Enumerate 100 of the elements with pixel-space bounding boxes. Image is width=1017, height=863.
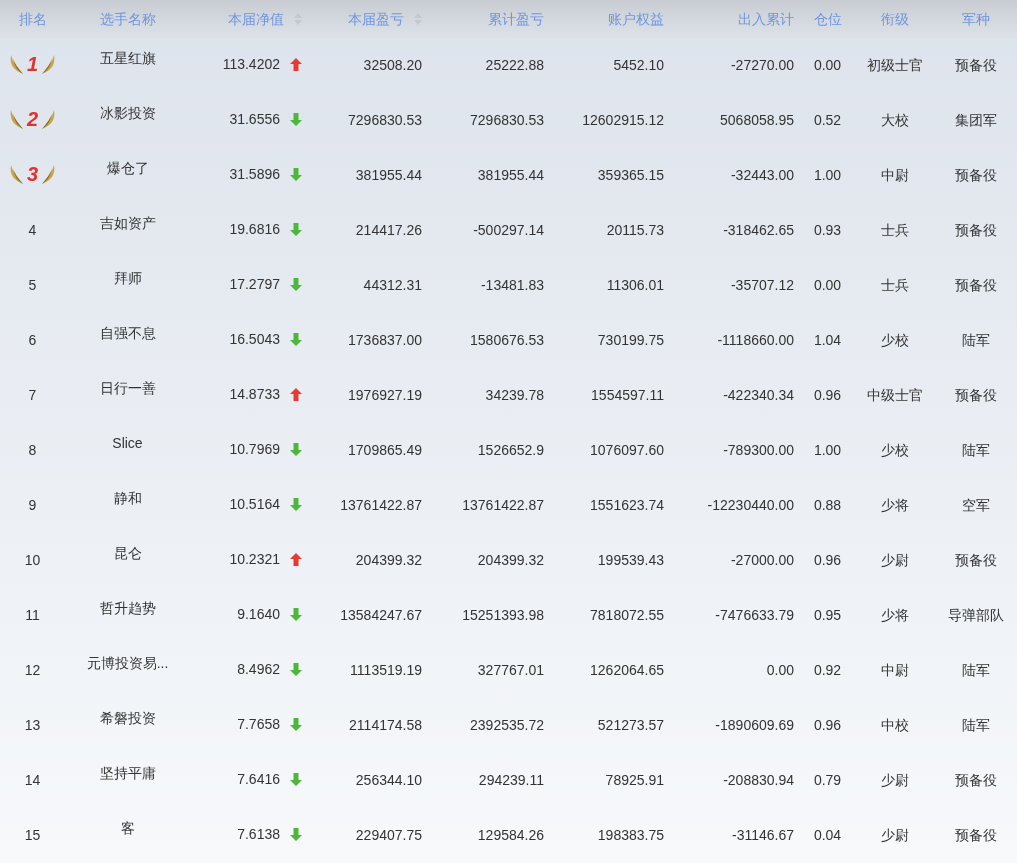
rank-number: 1 bbox=[26, 54, 39, 74]
rank-number: 2 bbox=[26, 109, 39, 129]
table-cell-text: 少尉 bbox=[881, 826, 909, 845]
table-cell-text: 20115.73 bbox=[606, 221, 664, 240]
table-cell-text: 1262064.65 bbox=[590, 661, 664, 680]
table-cell-text: 预备役 bbox=[955, 221, 997, 240]
table-cell-text: 381955.44 bbox=[477, 166, 544, 185]
net-value: 16.5043 bbox=[229, 330, 280, 349]
table-cell-text: 预备役 bbox=[955, 276, 997, 295]
column-header: 选手名称 bbox=[99, 9, 156, 29]
table-cell-text: 0.96 bbox=[813, 386, 842, 405]
table-cell-text: -32443.00 bbox=[730, 166, 794, 185]
net-value: 17.2797 bbox=[229, 275, 280, 294]
net-value: 8.4962 bbox=[237, 660, 280, 679]
rank-number: 4 bbox=[28, 221, 37, 240]
table-cell-text: 1.00 bbox=[813, 166, 842, 185]
wing-icon bbox=[9, 53, 24, 75]
player-name: 静和 bbox=[113, 489, 142, 508]
wing-icon bbox=[9, 163, 24, 185]
table-cell-text: 1580676.53 bbox=[470, 331, 544, 350]
table-cell-text: -1118660.00 bbox=[717, 331, 794, 350]
table-cell-text: 士兵 bbox=[881, 276, 909, 295]
player-name: 日行一善 bbox=[99, 379, 156, 398]
player-name: 客 bbox=[120, 819, 135, 838]
rank-number: 6 bbox=[28, 331, 37, 350]
table-cell-text: 预备役 bbox=[955, 826, 997, 845]
player-name: 冰影投资 bbox=[99, 104, 156, 123]
table-cell-text: -789300.00 bbox=[723, 441, 794, 460]
table-cell-text: 初级士官 bbox=[867, 56, 923, 75]
table-cell-text: 0.92 bbox=[813, 661, 842, 680]
table-cell-text: -27000.00 bbox=[730, 551, 794, 570]
table-cell-text: 2114174.58 bbox=[349, 716, 422, 735]
table-cell-text: -35707.12 bbox=[730, 276, 794, 295]
table-cell-text: 1526652.9 bbox=[477, 441, 544, 460]
table-cell-text: 0.95 bbox=[813, 606, 842, 625]
table-cell-text: 13584247.67 bbox=[340, 606, 422, 625]
table-cell-text: 1554597.11 bbox=[591, 386, 664, 405]
table-cell-text: 少校 bbox=[881, 441, 909, 460]
table-cell-text: 5068058.95 bbox=[720, 111, 794, 130]
rank-number: 7 bbox=[28, 386, 37, 405]
rank-number: 8 bbox=[28, 441, 37, 460]
column-header: 衔级 bbox=[881, 9, 909, 29]
player-name: 元博投资易... bbox=[86, 654, 169, 673]
table-cell-text: 1.04 bbox=[813, 331, 842, 350]
player-name: 希磐投资 bbox=[99, 709, 156, 728]
table-cell-text: 214417.26 bbox=[355, 221, 422, 240]
player-name: 自强不息 bbox=[99, 324, 156, 343]
table-cell-text: 32508.20 bbox=[363, 56, 422, 75]
rank-number: 14 bbox=[24, 771, 41, 790]
rank-number: 12 bbox=[24, 661, 41, 680]
net-value: 10.7969 bbox=[229, 440, 280, 459]
rank-number: 10 bbox=[24, 551, 41, 570]
table-cell-text: 12602915.12 bbox=[582, 111, 664, 130]
table-cell-text: 陆军 bbox=[962, 661, 990, 680]
net-value: 19.6816 bbox=[229, 220, 280, 239]
net-value: 7.6416 bbox=[237, 770, 280, 789]
rank-number: 9 bbox=[28, 496, 37, 515]
table-cell-text: 294239.11 bbox=[478, 771, 544, 790]
table-cell-text: 13761422.87 bbox=[462, 496, 544, 515]
table-cell-text: 13761422.87 bbox=[340, 496, 422, 515]
table-cell-text: 导弹部队 bbox=[948, 606, 1004, 625]
table-cell-text: 204399.32 bbox=[477, 551, 544, 570]
table-cell-text: -27270.00 bbox=[730, 56, 794, 75]
table-cell-text: 0.00 bbox=[766, 661, 794, 680]
table-cell-text: 0.00 bbox=[813, 56, 842, 75]
table-cell-text: 0.96 bbox=[813, 551, 842, 570]
table-cell-text: 少尉 bbox=[881, 771, 909, 790]
table-cell-text: 士兵 bbox=[881, 221, 909, 240]
table-cell-text: 34239.78 bbox=[485, 386, 544, 405]
table-cell-text: 0.04 bbox=[813, 826, 842, 845]
table-cell-text: -208830.94 bbox=[723, 771, 794, 790]
table-cell-text: -422340.34 bbox=[723, 386, 794, 405]
table-cell-text: 中尉 bbox=[881, 166, 909, 185]
net-value: 7.6138 bbox=[237, 825, 280, 844]
table-cell-text: 44312.31 bbox=[363, 276, 422, 295]
table-cell-text: 少将 bbox=[881, 606, 909, 625]
column-header[interactable]: 本届盈亏 bbox=[348, 8, 404, 30]
table-cell-text: 204399.32 bbox=[355, 551, 422, 570]
rank-number: 3 bbox=[26, 164, 39, 184]
table-cell-text: 521273.57 bbox=[597, 716, 664, 735]
table-cell-text: 1736837.00 bbox=[348, 331, 422, 350]
player-name: 五星红旗 bbox=[99, 49, 156, 68]
rank-number: 11 bbox=[25, 606, 40, 625]
column-header: 账户权益 bbox=[608, 9, 664, 29]
table-cell-text: -12230440.00 bbox=[707, 496, 794, 515]
table-cell-text: 1709865.49 bbox=[348, 441, 422, 460]
table-cell-text: 中级士官 bbox=[867, 386, 923, 405]
table-cell-text: 2392535.72 bbox=[470, 716, 544, 735]
table-cell-text: 1976927.19 bbox=[348, 386, 422, 405]
player-name: 哲升趋势 bbox=[99, 599, 156, 618]
net-value: 31.5896 bbox=[229, 165, 280, 184]
net-value: 7.7658 bbox=[237, 715, 280, 734]
table-cell-text: 15251393.98 bbox=[462, 606, 544, 625]
table-cell-text: 中尉 bbox=[881, 661, 909, 680]
table-cell-text: 256344.10 bbox=[355, 771, 422, 790]
column-header[interactable]: 本届净值 bbox=[228, 8, 284, 30]
table-cell-text: 359365.15 bbox=[597, 166, 664, 185]
net-value: 14.8733 bbox=[229, 385, 280, 404]
table-cell-text: 0.93 bbox=[813, 221, 842, 240]
table-cell-text: 7296830.53 bbox=[470, 111, 544, 130]
